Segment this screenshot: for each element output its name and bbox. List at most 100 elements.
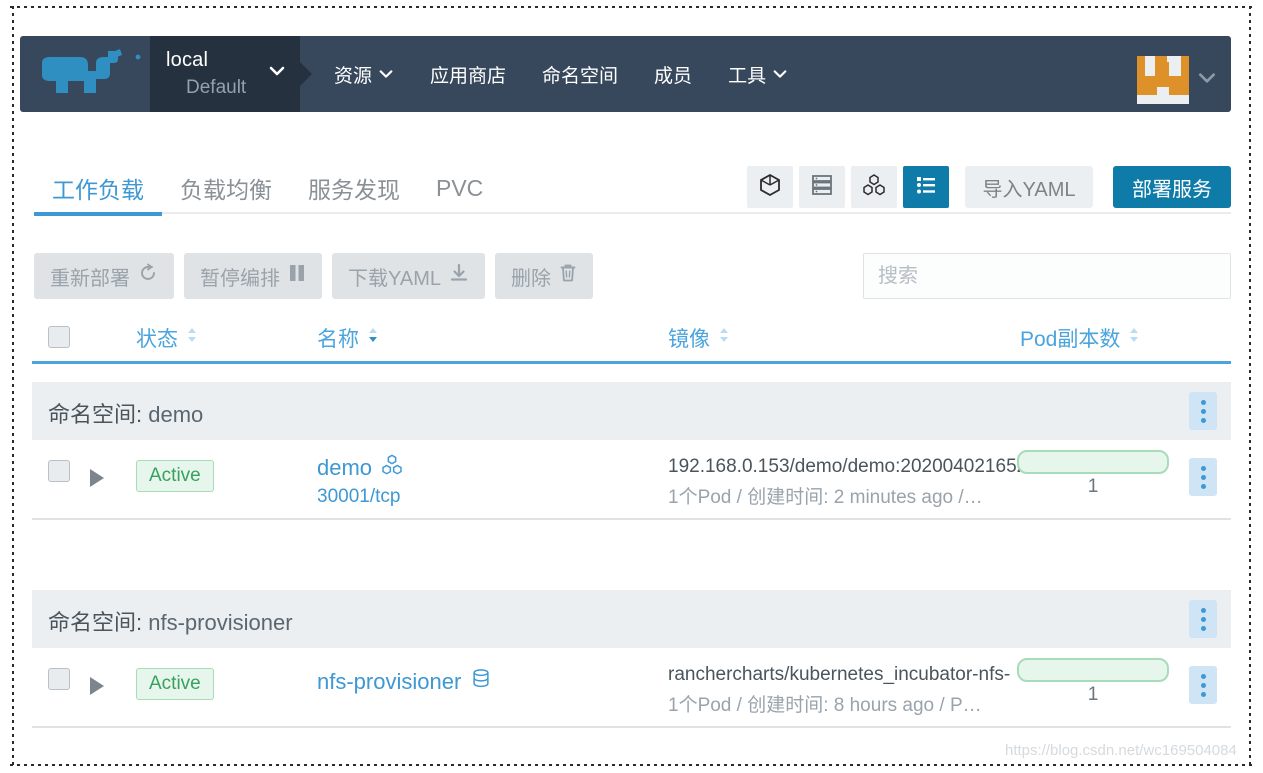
column-label-name: 名称 bbox=[317, 328, 359, 351]
pause-orchestration-label: 暂停编排 bbox=[200, 267, 280, 290]
image-name: ranchercharts/kubernetes_incubator-nfs- bbox=[668, 664, 1011, 685]
column-header-status[interactable]: 状态 bbox=[136, 323, 199, 353]
row-image-cell: ranchercharts/kubernetes_incubator-nfs- … bbox=[668, 664, 1020, 717]
row-checkbox[interactable] bbox=[48, 668, 70, 690]
namespace-group-label: 命名空间: demo bbox=[48, 397, 203, 429]
top-navigation-bar: local Default 资源 应用商店 命名空间 成员 工具 bbox=[20, 36, 1231, 112]
delete-button[interactable]: 删除 bbox=[494, 253, 593, 299]
bulk-action-toolbar: 重新部署 暂停编排 下载YAML 删除 bbox=[34, 253, 593, 299]
column-label-image: 镜像 bbox=[668, 328, 710, 351]
tab-workloads[interactable]: 工作负载 bbox=[34, 160, 162, 216]
user-menu[interactable] bbox=[1137, 56, 1217, 104]
cluster-name: local bbox=[166, 49, 209, 71]
tab-label-load-balancing: 负载均衡 bbox=[180, 177, 272, 203]
group-actions-menu[interactable] bbox=[1189, 600, 1217, 638]
chevron-down-icon bbox=[1197, 68, 1217, 93]
pause-orchestration-button[interactable]: 暂停编排 bbox=[184, 253, 322, 299]
nav-label-resources: 资源 bbox=[334, 65, 373, 87]
cube-icon-button[interactable] bbox=[747, 166, 793, 208]
app-page: local Default 资源 应用商店 命名空间 成员 工具 工作负载 负载… bbox=[0, 0, 1263, 773]
image-meta: 1个Pod / 创建时间: 8 hours ago / P… bbox=[668, 695, 982, 716]
tab-service-discovery[interactable]: 服务发现 bbox=[290, 160, 418, 216]
torn-edge-left bbox=[12, 6, 14, 766]
column-header-name[interactable]: 名称 bbox=[317, 323, 380, 353]
delete-label: 删除 bbox=[510, 267, 551, 290]
workload-name-link[interactable]: nfs-provisioner bbox=[317, 668, 492, 696]
namespace-group-label: 命名空间: nfs-provisioner bbox=[48, 605, 293, 637]
nav-label-members: 成员 bbox=[654, 65, 693, 87]
namespace-group-header: 命名空间: nfs-provisioner bbox=[32, 590, 1231, 648]
workload-name-link[interactable]: demo bbox=[317, 454, 403, 482]
pod-scale-bar bbox=[1017, 450, 1169, 474]
column-header-image[interactable]: 镜像 bbox=[668, 323, 731, 353]
pause-icon bbox=[288, 263, 306, 289]
row-expand-toggle[interactable] bbox=[90, 677, 104, 695]
nav-item-apps[interactable]: 应用商店 bbox=[412, 36, 524, 112]
workload-table: 状态 名称 镜像 Pod副本数 命名空间: demo Active demo 3… bbox=[32, 313, 1231, 728]
trash-icon bbox=[559, 263, 577, 289]
nav-item-members[interactable]: 成员 bbox=[636, 36, 710, 112]
tab-pvc[interactable]: PVC bbox=[418, 160, 501, 216]
cluster-selector[interactable]: local Default bbox=[150, 36, 300, 112]
redeploy-button[interactable]: 重新部署 bbox=[34, 253, 174, 299]
table-row[interactable]: Active nfs-provisioner ranchercharts/kub… bbox=[32, 648, 1231, 728]
sort-icon bbox=[717, 325, 731, 351]
download-yaml-button[interactable]: 下载YAML bbox=[332, 253, 485, 299]
workload-port-link[interactable]: 30001/tcp bbox=[317, 486, 403, 508]
search-input[interactable] bbox=[864, 254, 1230, 298]
torn-edge-top bbox=[10, 6, 1256, 8]
server-stack-icon-button[interactable] bbox=[799, 166, 845, 208]
cube-icon bbox=[758, 173, 782, 202]
import-yaml-button[interactable]: 导入YAML bbox=[965, 166, 1093, 208]
nav-item-tools[interactable]: 工具 bbox=[710, 36, 806, 112]
pod-scale-value: 1 bbox=[1087, 476, 1099, 497]
tab-load-balancing[interactable]: 负载均衡 bbox=[162, 160, 290, 216]
deploy-service-button[interactable]: 部署服务 bbox=[1113, 166, 1231, 208]
nav-label-namespaces: 命名空间 bbox=[542, 65, 619, 87]
search-box[interactable] bbox=[863, 253, 1231, 299]
avatar bbox=[1137, 56, 1189, 104]
server-stack-icon bbox=[810, 173, 834, 202]
select-all-checkbox[interactable] bbox=[48, 326, 70, 348]
group-actions-menu[interactable] bbox=[1189, 392, 1217, 430]
row-name-cell: demo 30001/tcp bbox=[317, 454, 403, 508]
workload-cluster-icon bbox=[381, 454, 403, 482]
group-spacer bbox=[32, 520, 1231, 580]
sort-icon bbox=[185, 325, 199, 351]
namespace-name: nfs-provisioner bbox=[148, 610, 293, 635]
row-expand-toggle[interactable] bbox=[90, 469, 104, 487]
row-actions-menu[interactable] bbox=[1189, 458, 1217, 496]
chevron-down-icon bbox=[772, 66, 788, 82]
chevron-down-icon bbox=[268, 62, 286, 80]
namespace-prefix: 命名空间: bbox=[48, 610, 143, 635]
torn-edge-bottom bbox=[10, 764, 1256, 766]
status-badge: Active bbox=[136, 668, 214, 700]
pod-scale-bar bbox=[1017, 658, 1169, 682]
watermark: https://blog.csdn.net/wc169504084 bbox=[1005, 742, 1237, 759]
row-name-cell: nfs-provisioner bbox=[317, 668, 492, 696]
nav-label-tools: 工具 bbox=[728, 65, 767, 87]
cluster-group-icon-button[interactable] bbox=[851, 166, 897, 208]
nav-item-namespaces[interactable]: 命名空间 bbox=[524, 36, 636, 112]
namespace-name: demo bbox=[148, 402, 204, 427]
cluster-group-icon bbox=[862, 173, 886, 202]
download-icon bbox=[449, 263, 469, 289]
list-view-icon-button[interactable] bbox=[903, 166, 949, 208]
namespace-prefix: 命名空间: bbox=[48, 402, 143, 427]
status-badge-label: Active bbox=[136, 668, 214, 700]
rancher-cow-logo[interactable] bbox=[34, 49, 150, 99]
namespace-group-header: 命名空间: demo bbox=[32, 382, 1231, 440]
column-header-pod-scale[interactable]: Pod副本数 bbox=[1020, 323, 1141, 353]
row-checkbox[interactable] bbox=[48, 460, 70, 482]
sort-icon bbox=[1127, 325, 1141, 351]
chevron-down-icon bbox=[378, 66, 394, 82]
table-row[interactable]: Active demo 30001/tcp 192.168.0.153/demo… bbox=[32, 440, 1231, 520]
column-label-pod-scale: Pod副本数 bbox=[1020, 328, 1121, 351]
row-actions-menu[interactable] bbox=[1189, 666, 1217, 704]
nav-items: 资源 应用商店 命名空间 成员 工具 bbox=[316, 36, 806, 112]
redeploy-label: 重新部署 bbox=[50, 267, 130, 290]
list-view-icon bbox=[914, 173, 938, 202]
redo-icon bbox=[138, 263, 158, 289]
cluster-arrow-divider bbox=[300, 62, 312, 86]
nav-item-resources[interactable]: 资源 bbox=[316, 36, 412, 112]
